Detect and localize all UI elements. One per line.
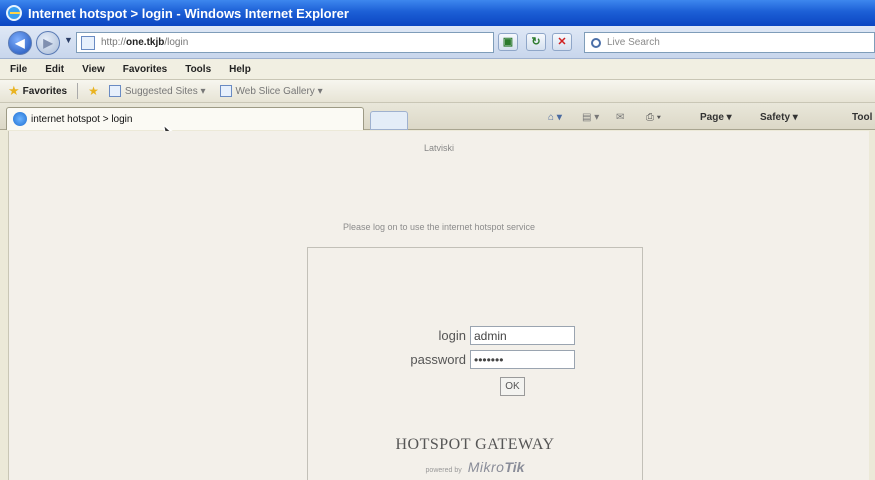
page-icon [81, 35, 95, 50]
search-field[interactable]: Live Search [584, 32, 875, 53]
gateway-title: HOTSPOT GATEWAY [395, 436, 555, 453]
page-content: Latviski Please log on to use the intern… [8, 131, 869, 480]
menu-help[interactable]: Help [229, 64, 251, 75]
login-row: login [376, 326, 575, 345]
web-slice-gallery-link[interactable]: Web Slice Gallery ▾ [236, 86, 323, 97]
forward-button[interactable]: ▶ [36, 31, 60, 55]
brand-text-tik: Tik [504, 459, 525, 475]
menu-view[interactable]: View [82, 64, 105, 75]
window-title-bar: Internet hotspot > login - Windows Inter… [0, 0, 875, 26]
address-field[interactable]: http://one.tkjb/login [76, 32, 494, 53]
menu-favorites[interactable]: Favorites [123, 64, 167, 75]
password-label: password [410, 352, 466, 367]
home-icon[interactable]: ⌂ ▾ [548, 112, 562, 123]
login-prompt: Please log on to use the internet hotspo… [342, 222, 536, 232]
back-arrow-icon: ◀ [15, 36, 25, 50]
tab-bar: internet hotspot > login ⌂ ▾ ▤ ▾ ✉ ⎙ ▾ P… [0, 103, 875, 130]
recent-pages-dropdown[interactable]: ▼ [64, 35, 73, 45]
page-menu[interactable]: Page ▾ [700, 112, 732, 123]
compatibility-view-button[interactable]: ▣ [498, 33, 518, 51]
menu-edit[interactable]: Edit [45, 64, 64, 75]
tools-menu[interactable]: Tool [852, 112, 872, 123]
login-input[interactable] [470, 326, 575, 345]
suggested-sites-link[interactable]: Suggested Sites ▾ [125, 86, 206, 97]
web-slice-icon [219, 85, 232, 97]
url-path: /login [164, 37, 189, 48]
url-prefix: http:// [101, 37, 127, 48]
login-label: login [438, 328, 466, 343]
tab-hotspot-login[interactable]: internet hotspot > login [6, 107, 364, 130]
search-placeholder: Live Search [607, 37, 660, 48]
favorites-separator [77, 83, 79, 99]
password-input[interactable] [470, 350, 575, 369]
url-host: one.tkjb [126, 37, 165, 48]
brand-text-mikro: Mikro [467, 459, 505, 475]
login-form: login password OK HOTSPOT GATEWAY powere… [307, 247, 643, 480]
ie-tab-icon [13, 112, 27, 126]
new-tab-button[interactable] [370, 111, 408, 130]
tab-title: internet hotspot > login [31, 113, 133, 125]
favorites-button[interactable]: Favorites [23, 86, 67, 97]
search-icon [591, 37, 601, 48]
safety-menu[interactable]: Safety ▾ [760, 112, 798, 123]
menu-tools[interactable]: Tools [185, 64, 211, 75]
forward-arrow-icon: ▶ [43, 36, 53, 50]
menu-bar: File Edit View Favorites Tools Help [0, 59, 875, 80]
feeds-icon[interactable]: ▤ ▾ [582, 112, 599, 123]
ok-button[interactable]: OK [500, 377, 525, 396]
window-title: Internet hotspot > login - Windows Inter… [28, 5, 349, 21]
password-row: password [376, 350, 575, 369]
print-icon[interactable]: ⎙ ▾ [646, 112, 661, 123]
favorites-star-icon: ★ [8, 83, 20, 98]
menu-file[interactable]: File [10, 64, 27, 75]
address-toolbar: ◀ ▶ ▼ http://one.tkjb/login ▣ ↻ ✕ Live S… [0, 26, 875, 59]
ie-logo-icon [6, 5, 22, 21]
favorites-bar: ★ Favorites ★ Suggested Sites ▾ Web Slic… [0, 80, 875, 103]
language-link[interactable]: Latviski [9, 143, 869, 153]
add-favorite-icon[interactable]: ★ [88, 84, 99, 98]
mail-icon[interactable]: ✉ [616, 112, 624, 123]
powered-by-text: powered by [425, 467, 462, 474]
powered-by-logo: powered by MikroTik [308, 459, 642, 475]
refresh-button[interactable]: ↻ [526, 33, 546, 51]
stop-button[interactable]: ✕ [552, 33, 572, 51]
suggested-sites-icon [108, 85, 121, 97]
back-button[interactable]: ◀ [8, 31, 32, 55]
